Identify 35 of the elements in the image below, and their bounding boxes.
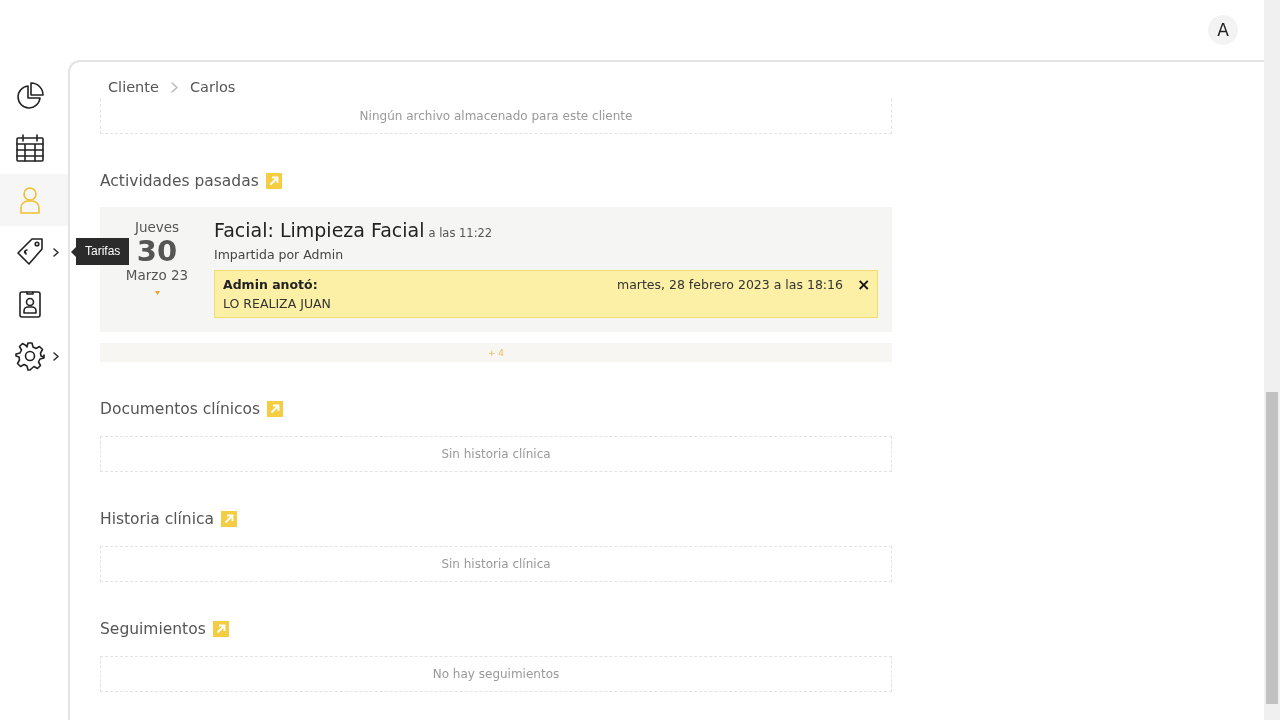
note-text: LO REALIZA JUAN xyxy=(223,296,332,311)
settings-icon xyxy=(15,341,45,371)
section-title: Seguimientos xyxy=(100,620,206,638)
tooltip: Tarifas xyxy=(76,238,130,265)
note-date: martes, 28 febrero 2023 a las 18:16 xyxy=(616,277,843,292)
calendar-icon xyxy=(15,133,45,163)
external-link-icon[interactable] xyxy=(267,401,284,417)
caret-icon[interactable] xyxy=(154,291,160,295)
pie-chart-icon xyxy=(15,81,45,111)
user-avatar[interactable]: A xyxy=(1208,15,1238,45)
tooltip-pointer-icon xyxy=(71,246,76,257)
section-title: Documentos clínicos xyxy=(100,400,261,418)
external-link-icon[interactable] xyxy=(212,621,229,637)
breadcrumb-link[interactable]: Carlos xyxy=(189,79,236,95)
section-title: Historia clínica xyxy=(100,510,214,528)
empty-state: Ningún archivo almacenado para este cliente xyxy=(100,99,892,134)
breadcrumb-link[interactable]: Cliente xyxy=(108,79,159,95)
day-number: 30 xyxy=(136,235,178,267)
empty-state: No hay seguimientos xyxy=(100,656,892,692)
activity-time: a las 11:22 xyxy=(428,226,493,240)
price-tag-icon xyxy=(15,237,45,267)
external-link-icon[interactable] xyxy=(221,511,237,527)
scrollbar-thumb[interactable] xyxy=(1266,392,1278,704)
activity-instructor: Impartida por Admin xyxy=(214,247,345,262)
empty-state: Sin historia clínica xyxy=(100,546,892,582)
external-link-icon[interactable] xyxy=(265,173,282,189)
empty-state: Sin historia clínica xyxy=(100,436,892,472)
activity-title: Facial: Limpieza Facial xyxy=(214,219,425,241)
weekday-label: Jueves xyxy=(134,219,180,235)
section-title: Actividades pasadas xyxy=(100,172,259,190)
note-author: Admin anotó: xyxy=(223,277,319,292)
chevron-icon xyxy=(170,81,178,93)
month-label: Marzo 23 xyxy=(125,267,189,283)
close-button[interactable]: × xyxy=(857,277,869,292)
scrollbar[interactable] xyxy=(1264,0,1280,720)
